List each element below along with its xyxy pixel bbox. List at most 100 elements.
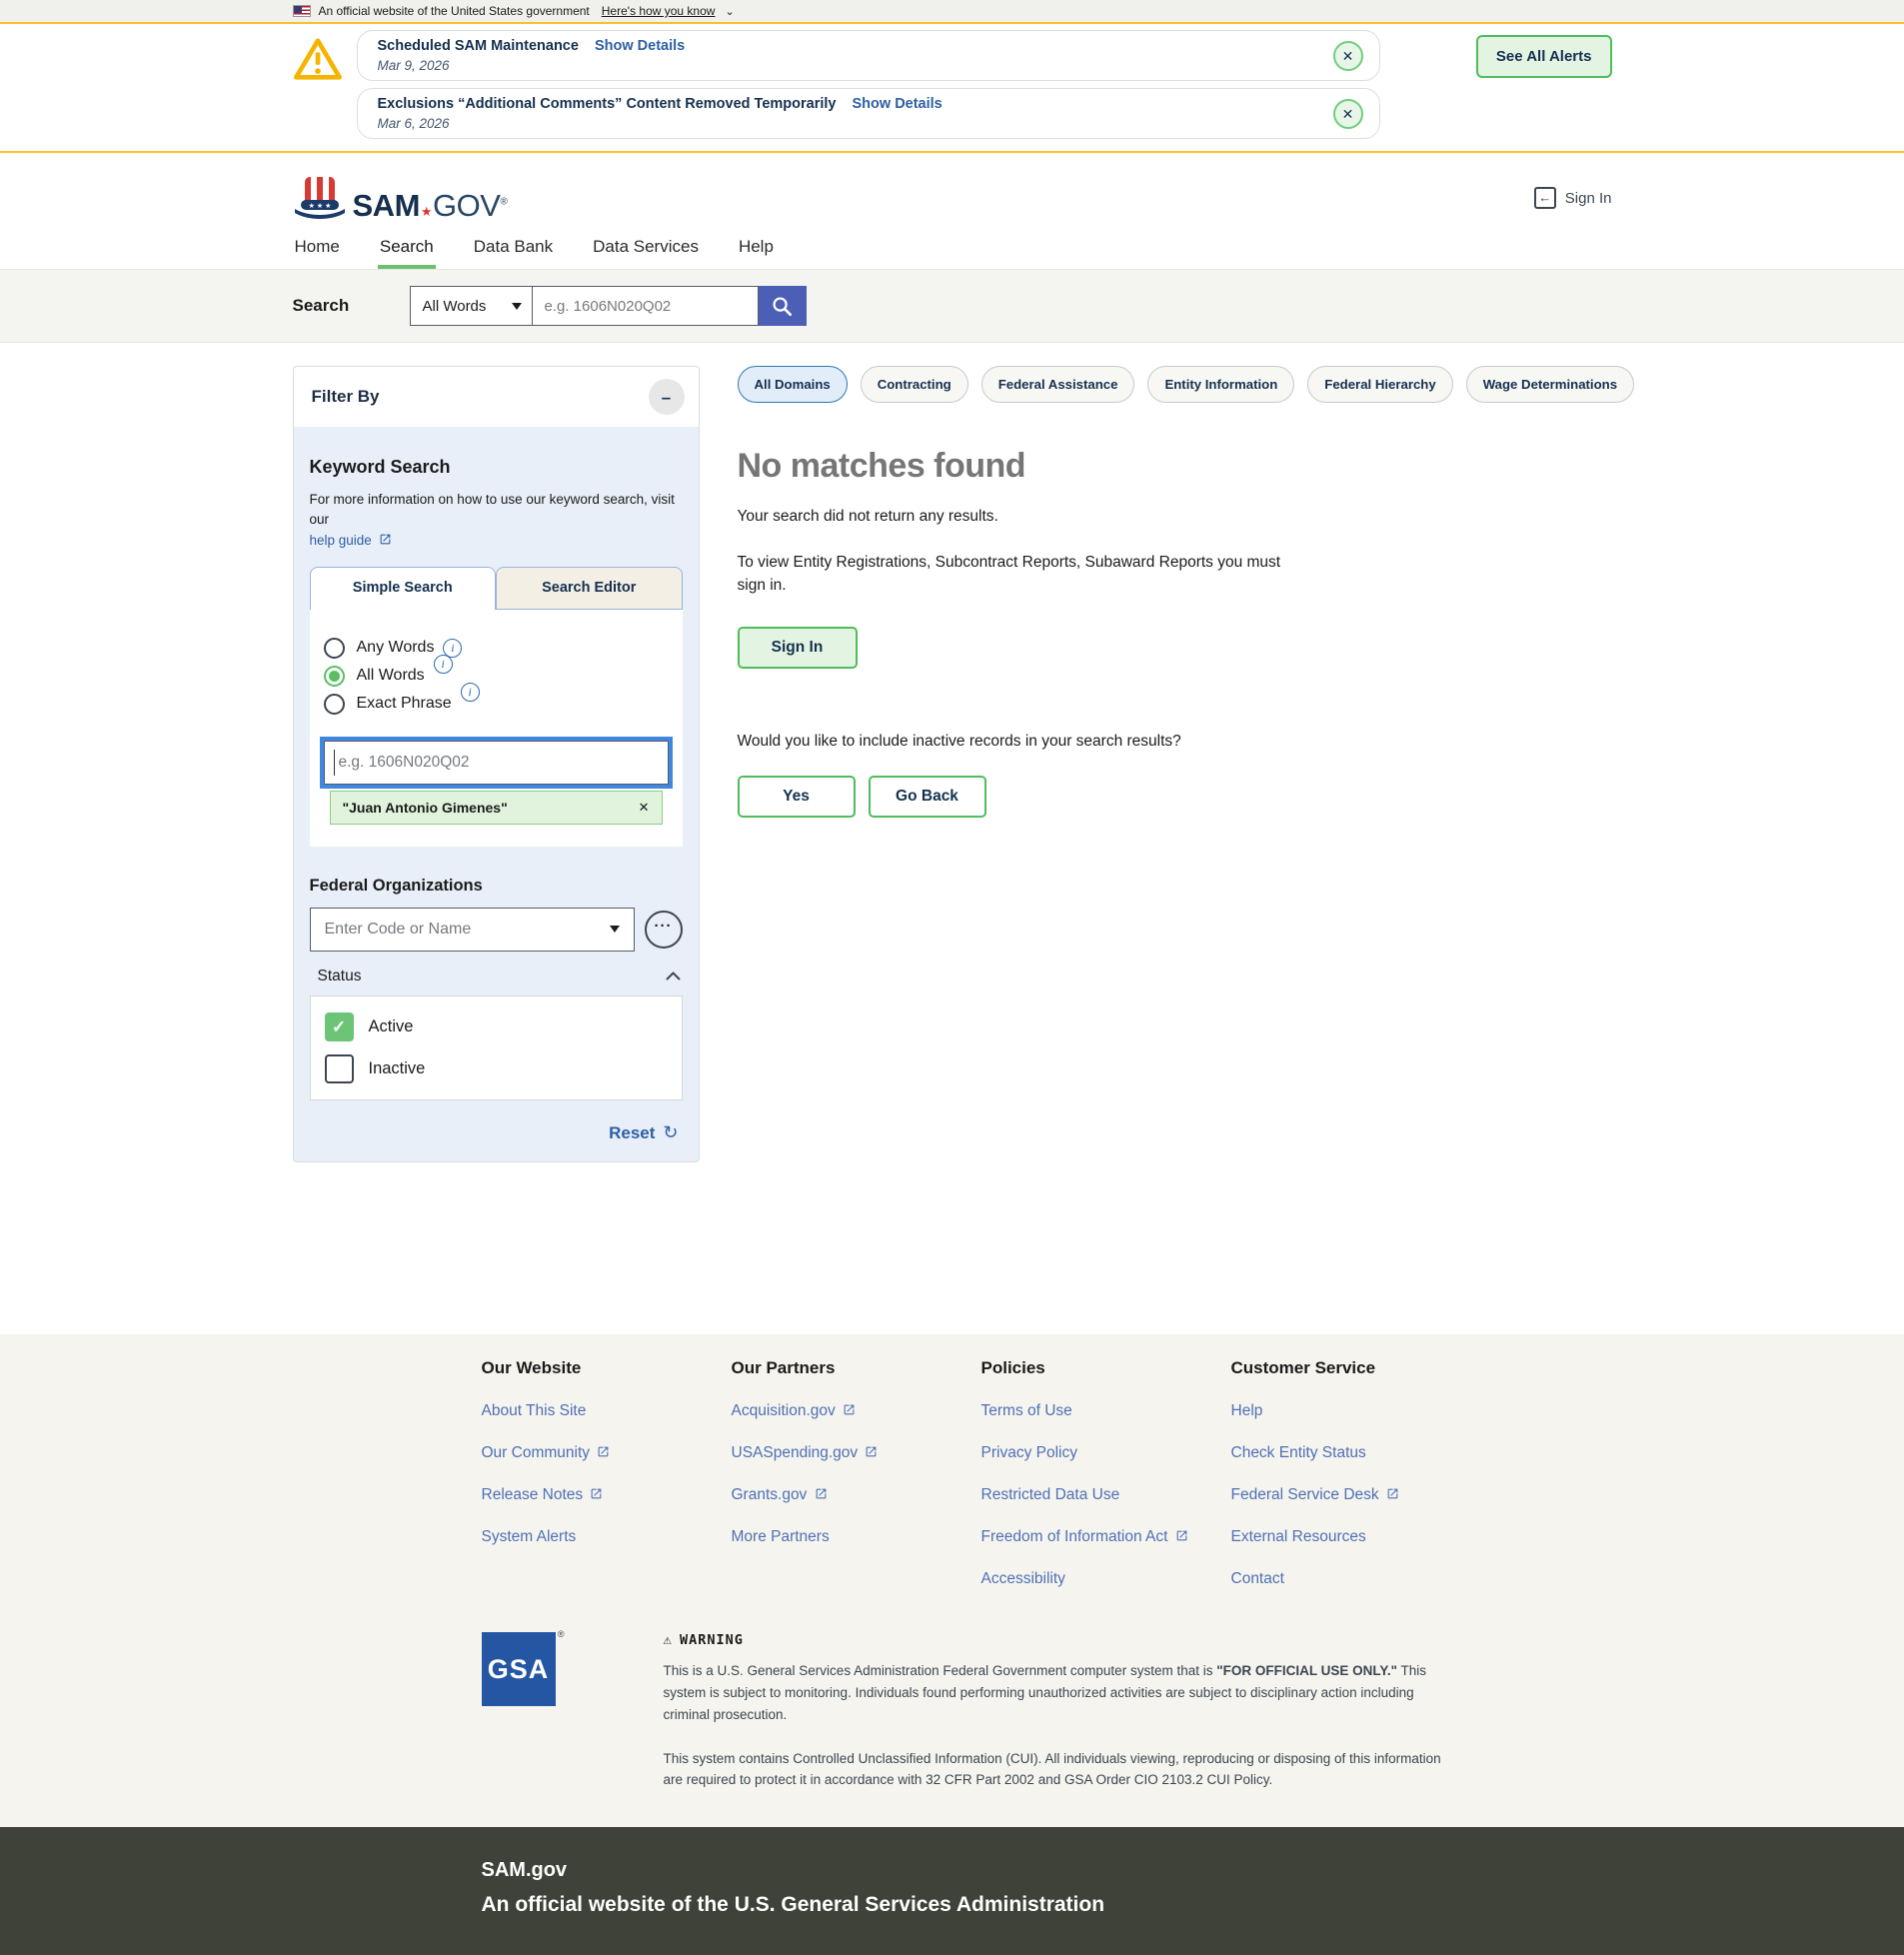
filter-panel: Filter By – Keyword Search For more info… [293,366,700,1162]
chevron-up-icon[interactable] [666,972,681,980]
include-inactive-question: Would you like to include inactive recor… [738,733,1635,751]
go-back-button[interactable]: Go Back [869,776,986,818]
sam-gov-logo[interactable]: ★ ★ ★ SAM★GOV® [293,175,508,221]
footer-link-federal-service-desk[interactable]: Federal Service Desk [1231,1486,1481,1504]
footer-link-restricted-data-use[interactable]: Restricted Data Use [981,1486,1231,1504]
footer-link-acquisition-gov[interactable]: Acquisition.gov [732,1402,981,1420]
status-option-inactive[interactable]: Inactive [325,1054,668,1083]
close-icon[interactable]: ✕ [1333,99,1363,129]
help-guide-link[interactable]: help guide [310,533,372,548]
radio-exact-phrase[interactable] [324,694,345,715]
domain-filter-pills: All Domains Contracting Federal Assistan… [738,366,1635,403]
nav-item-data-bank[interactable]: Data Bank [472,233,555,269]
footer-link-our-community[interactable]: Our Community [482,1444,732,1462]
federal-organizations-select[interactable]: Enter Code or Name [310,908,635,952]
domain-pill-all-domains[interactable]: All Domains [738,366,848,403]
filter-by-title: Filter By [312,387,380,407]
external-link-icon [1386,1487,1399,1500]
header-sign-in-link[interactable]: ← Sign In [1534,187,1612,209]
footer-link-help[interactable]: Help [1231,1402,1481,1420]
yes-button[interactable]: Yes [738,776,856,818]
radio-label: Any Words [357,639,435,657]
footer-link-foia[interactable]: Freedom of Information Act [981,1528,1231,1546]
heres-how-you-know-link[interactable]: Here's how you know [602,4,716,18]
footer-link-privacy-policy[interactable]: Privacy Policy [981,1444,1231,1462]
sign-in-required-message: To view Entity Registrations, Subcontrac… [738,552,1305,597]
footer-link-contact[interactable]: Contact [1231,1570,1481,1588]
checkbox-inactive-unchecked[interactable] [325,1054,354,1083]
main-content: Filter By – Keyword Search For more info… [0,343,1904,1334]
footer-link-usaspending-gov[interactable]: USASpending.gov [732,1444,981,1462]
domain-pill-entity-information[interactable]: Entity Information [1147,366,1294,403]
alert-date: Mar 6, 2026 [378,116,943,131]
domain-pill-wage-determinations[interactable]: Wage Determinations [1466,366,1634,403]
show-details-link[interactable]: Show Details [853,96,943,112]
see-all-alerts-button[interactable]: See All Alerts [1476,35,1612,78]
footer-heading: Our Partners [732,1358,981,1378]
show-details-link[interactable]: Show Details [595,38,685,54]
footer-col-customer-service: Customer Service Help Check Entity Statu… [1231,1358,1481,1588]
site-footer: Our Website About This Site Our Communit… [0,1334,1904,1827]
close-icon[interactable]: ✕ [639,800,650,816]
info-icon[interactable]: i [461,683,480,702]
simple-search-panel: Any Words i All Words i Exact Phrase i [310,610,683,847]
radio-row-exact-phrase[interactable]: Exact Phrase i [324,694,669,715]
org-more-options-button[interactable]: ··· [645,911,683,949]
radio-all-words[interactable] [324,666,345,687]
footer-link-check-entity-status[interactable]: Check Entity Status [1231,1444,1481,1462]
footer-site-name: SAM.gov [482,1859,1612,1882]
warning-icon: ⚠ [664,1632,673,1648]
footer-link-terms-of-use[interactable]: Terms of Use [981,1402,1231,1420]
registered-mark: ® [558,1629,565,1639]
footer-link-accessibility[interactable]: Accessibility [981,1570,1231,1588]
tab-search-editor[interactable]: Search Editor [496,567,683,610]
keyword-chip: "Juan Antonio Gimenes" ✕ [330,791,663,825]
external-link-icon [379,533,392,546]
site-header: ★ ★ ★ SAM★GOV® ← Sign In [0,153,1904,233]
domain-pill-federal-assistance[interactable]: Federal Assistance [981,366,1135,403]
radio-row-any-words[interactable]: Any Words i [324,638,669,659]
radio-any-words[interactable] [324,638,345,659]
collapse-filters-button[interactable]: – [649,379,685,415]
checkbox-active-checked[interactable]: ✓ [325,1012,354,1041]
svg-text:★ ★ ★: ★ ★ ★ [308,202,331,210]
keyword-search-input[interactable] [324,741,669,785]
nav-item-home[interactable]: Home [293,233,342,269]
info-icon[interactable]: i [434,655,453,674]
sign-in-button[interactable]: Sign In [738,627,858,669]
nav-item-help[interactable]: Help [737,233,776,269]
close-icon[interactable]: ✕ [1333,41,1363,71]
warning-heading: WARNING [680,1632,744,1648]
radio-row-all-words[interactable]: All Words i [324,666,669,687]
domain-pill-federal-hierarchy[interactable]: Federal Hierarchy [1307,366,1452,403]
domain-pill-contracting[interactable]: Contracting [861,366,968,403]
alert-title: Exclusions “Additional Comments” Content… [378,96,837,112]
footer-heading: Our Website [482,1358,732,1378]
top-search-input[interactable] [533,286,759,326]
nav-item-search[interactable]: Search [378,233,436,269]
alert-exclusions: Exclusions “Additional Comments” Content… [357,88,1380,139]
nav-item-data-services[interactable]: Data Services [591,233,701,269]
search-mode-select[interactable]: All Words [410,286,533,326]
footer-heading: Customer Service [1231,1358,1481,1378]
alert-scheduled-maintenance: Scheduled SAM Maintenance Show Details M… [357,30,1380,81]
footer-link-grants-gov[interactable]: Grants.gov [732,1486,981,1504]
footer-link-system-alerts[interactable]: System Alerts [482,1528,732,1546]
text-cursor [334,750,336,776]
search-button[interactable] [759,286,807,326]
footer-link-about-this-site[interactable]: About This Site [482,1402,732,1420]
status-option-active[interactable]: ✓ Active [325,1012,668,1041]
footer-link-release-notes[interactable]: Release Notes [482,1486,732,1504]
keyword-search-heading: Keyword Search [310,457,683,478]
footer-col-our-partners: Our Partners Acquisition.gov USASpending… [732,1358,981,1588]
footer-link-more-partners[interactable]: More Partners [732,1528,981,1546]
search-band: Search All Words [0,270,1904,343]
footer-link-external-resources[interactable]: External Resources [1231,1528,1481,1546]
gsa-logo[interactable]: GSA ® [482,1632,556,1706]
external-link-icon [597,1445,610,1458]
reset-filters-link[interactable]: Reset↻ [609,1123,678,1142]
footer-agency-line: An official website of the U.S. General … [482,1893,1612,1917]
keyword-help-text: For more information on how to use our k… [310,490,683,531]
brand-wordmark: SAM★GOV® [353,190,508,221]
tab-simple-search[interactable]: Simple Search [310,567,497,610]
